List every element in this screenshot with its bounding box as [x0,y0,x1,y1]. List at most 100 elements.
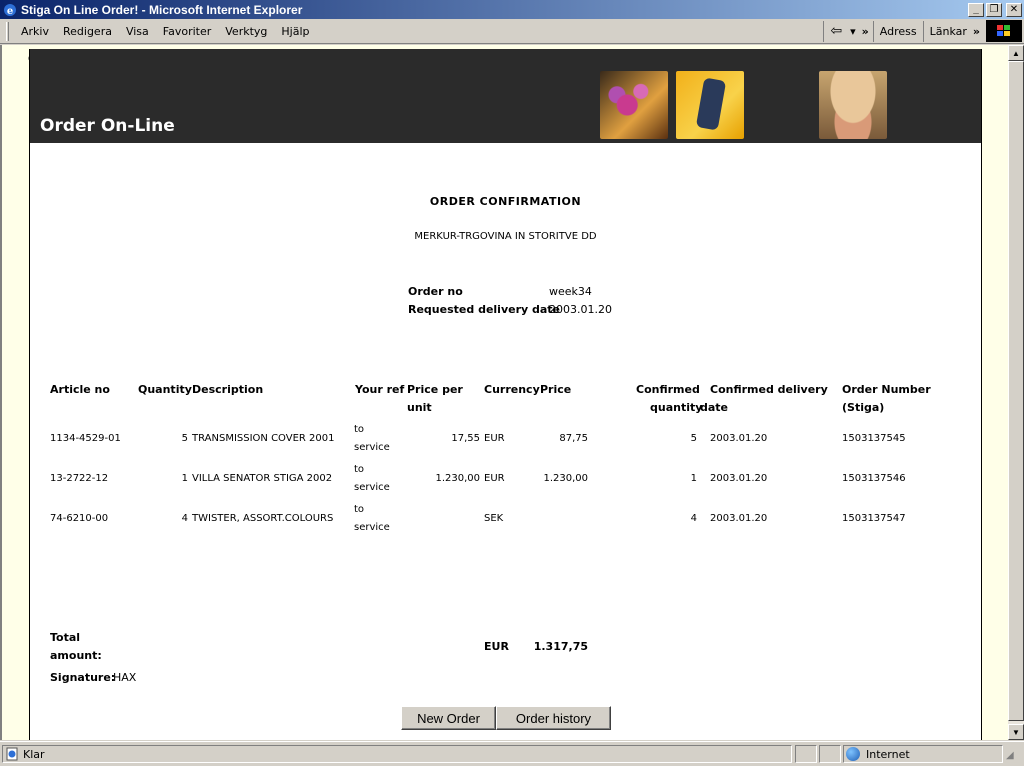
links-group: Länkar » [922,20,980,42]
more-icon[interactable]: » [862,25,869,38]
scroll-up-icon[interactable]: ▲ [1008,45,1024,61]
total-label: Total [50,631,81,644]
zone-pane: Internet [843,745,1003,763]
row3-confirmed-delivery: 2003.01.20 [710,513,768,524]
ie-icon: e [2,2,18,18]
new-order-button[interactable]: New Order [401,706,496,730]
signature-label: Signature: [50,671,116,684]
status-text-pane: Klar [2,745,792,763]
row1-quantity: 5 [181,433,188,444]
header-order-number: Order Number [842,383,931,396]
menu-favoriter[interactable]: Favoriter [157,25,219,38]
header-stiga: (Stiga) [842,401,885,414]
row2-price: 1.230,00 [543,473,588,484]
row1-confirmed-quantity: 5 [690,433,697,444]
row3-description: TWISTER, ASSORT.COLOURS [192,513,334,524]
menu-verktyg[interactable]: Verktyg [219,25,275,38]
address-group: Adress [872,20,923,42]
menu-visa[interactable]: Visa [120,25,157,38]
page-status-icon [5,747,19,761]
minimize-button[interactable]: _ [968,2,984,17]
row2-order-number: 1503137546 [842,473,906,484]
internet-globe-icon [846,747,860,761]
row1-price-per-unit: 17,55 [451,433,480,444]
close-button[interactable]: ✕ [1006,2,1022,17]
resize-grip-icon[interactable]: ◢ [1006,750,1014,761]
company-name: MERKUR-TRGOVINA IN STORITVE DD [414,231,597,242]
row2-currency: EUR [484,473,505,484]
row1-description: TRANSMISSION COVER 2001 [192,433,335,444]
zone-text: Internet [866,747,910,761]
menu-arkiv[interactable]: Arkiv [15,25,57,38]
menu-bar: Arkiv Redigera Visa Favoriter Verktyg Hj… [0,19,1024,44]
row2-article-no: 13-2722-12 [50,473,109,484]
address-label[interactable]: Adress [880,25,917,38]
delivery-date-value: 2003.01.20 [549,303,612,316]
links-more-icon[interactable]: » [973,25,980,38]
toolbar-grip[interactable] [6,21,9,41]
confirmation-title: ORDER CONFIRMATION [429,195,582,208]
row2-confirmed-quantity: 1 [690,473,697,484]
row3-order-number: 1503137547 [842,513,906,524]
menu-hjalp[interactable]: Hjälp [275,25,317,38]
header-band: Order On-Line [30,49,981,143]
title-bar: e Stiga On Line Order! - Microsoft Inter… [0,0,1024,19]
row3-article-no: 74-6210-00 [50,513,109,524]
header-price: Price [540,383,572,396]
header-currency: Currency [484,383,540,396]
scroll-down-icon[interactable]: ▼ [1008,724,1024,740]
header-confirmed-delivery: Confirmed delivery [710,383,828,396]
row2-confirmed-delivery: 2003.01.20 [710,473,768,484]
page-viewport: e Order On-Line ORDER CONFIRMATION MERKU… [0,45,1008,740]
row1-article-no: 1134-4529-01 [50,433,121,444]
scroll-thumb[interactable] [1008,61,1024,721]
row1-your-ref-2: service [354,442,390,453]
order-history-button[interactable]: Order history [496,706,611,730]
header-price-per: Price per [407,383,463,396]
order-no-value: week34 [549,285,592,298]
woman-photo [819,71,887,139]
menu-redigera[interactable]: Redigera [57,25,120,38]
restore-button[interactable]: ❐ [986,2,1002,17]
header-date: date [700,401,729,414]
svg-text:e: e [7,6,13,17]
row3-quantity: 4 [181,513,188,524]
back-group: ⇦ ▾ » [823,20,872,42]
total-amount-label: amount: [50,649,102,662]
header-confirmed: Confirmed [636,383,700,396]
header-description: Description [192,383,264,396]
row1-price: 87,75 [559,433,588,444]
page-header-title: Order On-Line [40,116,175,136]
header-your-ref: Your ref [355,383,405,396]
row2-price-per-unit: 1.230,00 [435,473,480,484]
header-quantity: Quantity [138,383,192,396]
row3-your-ref-1: to [354,504,365,515]
header-unit: unit [407,401,432,414]
signature-value: HAX [113,671,137,684]
status-text: Klar [23,747,45,761]
flowers-photo [600,71,668,139]
row1-confirmed-delivery: 2003.01.20 [710,433,768,444]
row2-your-ref-2: service [354,482,390,493]
header-article-no: Article no [50,383,110,396]
header-quantity-2: quantity [650,401,703,414]
row2-description: VILLA SENATOR STIGA 2002 [192,473,333,484]
phone-photo [676,71,744,139]
windows-logo-icon [986,20,1022,42]
total-currency: EUR [484,640,509,653]
vertical-scrollbar[interactable]: ▲ ▼ [1008,45,1024,740]
row1-currency: EUR [484,433,505,444]
total-amount: 1.317,75 [533,640,588,653]
status-pane-3 [819,745,841,763]
row2-quantity: 1 [181,473,188,484]
back-arrow-icon[interactable]: ⇦ [830,23,842,39]
row3-your-ref-2: service [354,522,390,533]
window-title: Stiga On Line Order! - Microsoft Interne… [21,2,303,17]
links-label[interactable]: Länkar [930,25,967,38]
status-bar: Klar Internet ◢ [0,741,1024,766]
row3-confirmed-quantity: 4 [690,513,697,524]
delivery-date-label: Requested delivery date [408,303,561,316]
back-dropdown-icon[interactable]: ▾ [850,25,856,38]
row2-your-ref-1: to [354,464,365,475]
row3-currency: SEK [484,513,504,524]
